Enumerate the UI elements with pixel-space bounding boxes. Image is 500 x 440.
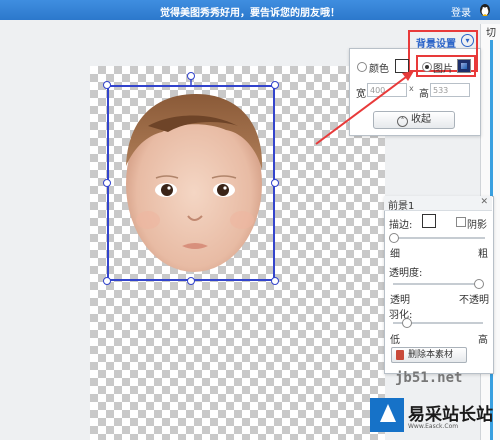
login-link[interactable]: 登录 bbox=[451, 4, 471, 19]
times-sign: x bbox=[409, 84, 414, 93]
feather-min-label: 低 bbox=[390, 335, 400, 346]
image-picker-icon[interactable] bbox=[457, 59, 471, 73]
stroke-slider-track[interactable] bbox=[393, 237, 485, 239]
stroke-max-label: 粗 bbox=[478, 249, 488, 260]
chevron-down-icon[interactable]: ▾ bbox=[461, 34, 474, 47]
stroke-label: 描边: bbox=[389, 220, 413, 231]
opacity-slider-knob[interactable] bbox=[474, 279, 484, 289]
collapse-label: 收起 bbox=[411, 114, 431, 125]
top-banner: 觉得美图秀秀好用，要告诉您的朋友哦！ 登录 bbox=[0, 0, 500, 20]
side-tab-cut[interactable]: 切 bbox=[486, 24, 496, 39]
resize-handle-top-right[interactable] bbox=[271, 81, 279, 89]
color-option-label: 颜色 bbox=[369, 64, 389, 75]
close-icon[interactable]: ✕ bbox=[480, 197, 488, 207]
image-option-label: 图片 bbox=[433, 64, 453, 75]
stroke-slider-knob[interactable] bbox=[389, 233, 399, 243]
foreground-panel-header[interactable]: 前景1 ✕ bbox=[384, 196, 492, 212]
width-input[interactable]: 400 bbox=[367, 83, 407, 97]
resize-handle-bottom[interactable] bbox=[187, 277, 195, 285]
selection-box[interactable] bbox=[107, 85, 275, 281]
stroke-color-swatch[interactable] bbox=[422, 214, 436, 228]
resize-handle-right[interactable] bbox=[271, 179, 279, 187]
height-label: 高 bbox=[419, 89, 429, 100]
feather-max-label: 高 bbox=[478, 335, 488, 346]
opacity-min-label: 透明 bbox=[390, 295, 410, 306]
resize-handle-bottom-left[interactable] bbox=[103, 277, 111, 285]
chevron-up-icon: ˄ bbox=[397, 116, 408, 127]
resize-handle-top-left[interactable] bbox=[103, 81, 111, 89]
foreground-panel-title: 前景1 bbox=[388, 201, 415, 212]
promo-message[interactable]: 觉得美图秀秀好用，要告诉您的朋友哦！ bbox=[0, 4, 500, 19]
resize-handle-bottom-right[interactable] bbox=[271, 277, 279, 285]
shadow-checkbox[interactable] bbox=[456, 217, 466, 227]
logo-text: 易采站长站 bbox=[408, 405, 493, 425]
opacity-slider-track[interactable] bbox=[393, 283, 483, 285]
image-radio[interactable] bbox=[422, 62, 432, 72]
color-radio[interactable] bbox=[357, 62, 367, 72]
collapse-button[interactable]: ˄ 收起 bbox=[373, 111, 455, 129]
delete-material-button[interactable]: 删除本素材 bbox=[391, 347, 467, 363]
feather-slider-knob[interactable] bbox=[402, 318, 412, 328]
logo-subtext: Www.Easck.Com bbox=[408, 423, 459, 430]
resize-handle-left[interactable] bbox=[103, 179, 111, 187]
rotate-handle[interactable] bbox=[187, 72, 195, 80]
qq-penguin-icon[interactable] bbox=[478, 3, 492, 17]
trash-icon bbox=[396, 350, 404, 360]
stroke-min-label: 细 bbox=[390, 249, 400, 260]
height-input[interactable]: 533 bbox=[430, 83, 470, 97]
color-swatch[interactable] bbox=[395, 59, 409, 73]
width-label: 宽 bbox=[356, 89, 366, 100]
site-logo: 易采站长站 Www.Easck.Com bbox=[370, 392, 500, 440]
opacity-max-label: 不透明 bbox=[459, 295, 489, 306]
delete-material-label: 删除本素材 bbox=[408, 350, 454, 360]
shadow-label: 阴影 bbox=[467, 220, 487, 231]
opacity-label: 透明度: bbox=[389, 268, 423, 279]
logo-mark-icon bbox=[370, 398, 404, 432]
site-watermark: jb51.net bbox=[395, 370, 463, 386]
background-settings-title: 背景设置 bbox=[416, 39, 456, 50]
